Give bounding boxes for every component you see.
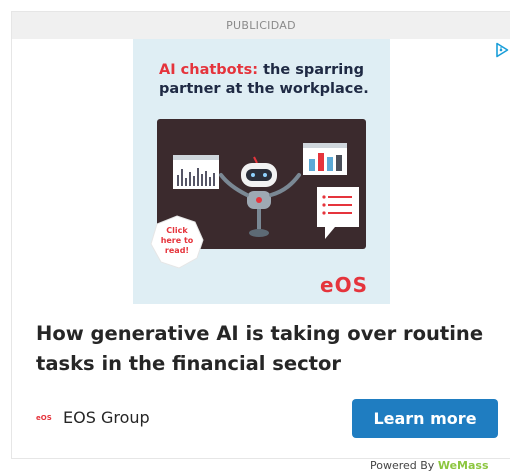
badge-text: Click here to read! (160, 226, 194, 255)
ad-creative-image[interactable]: AI chatbots: the sparring partner at the… (133, 39, 390, 304)
creative-title: AI chatbots: the sparring partner at the… (159, 61, 379, 99)
advertiser-name[interactable]: EOS Group (63, 408, 150, 428)
ad-headline[interactable]: How generative AI is taking over routine… (36, 319, 506, 379)
powered-by-prefix: Powered By (370, 459, 438, 472)
powered-by-brand: WeMass (437, 459, 489, 472)
bar-chart-graphic (173, 155, 219, 189)
click-here-badge[interactable]: Click here to read! (149, 214, 205, 270)
creative-title-accent: AI chatbots: (159, 62, 259, 78)
powered-by[interactable]: Powered By WeMass (370, 458, 510, 474)
ad-label: PUBLICIDAD (12, 12, 510, 39)
column-chart-graphic (303, 143, 347, 175)
ad-container: PUBLICIDAD AI chatbots: the sparring par… (11, 11, 510, 459)
learn-more-button[interactable]: Learn more (352, 399, 498, 438)
advertiser-logo: eOS (36, 414, 52, 422)
adchoices-icon[interactable] (494, 42, 510, 58)
eos-logo: eOS (320, 273, 368, 297)
